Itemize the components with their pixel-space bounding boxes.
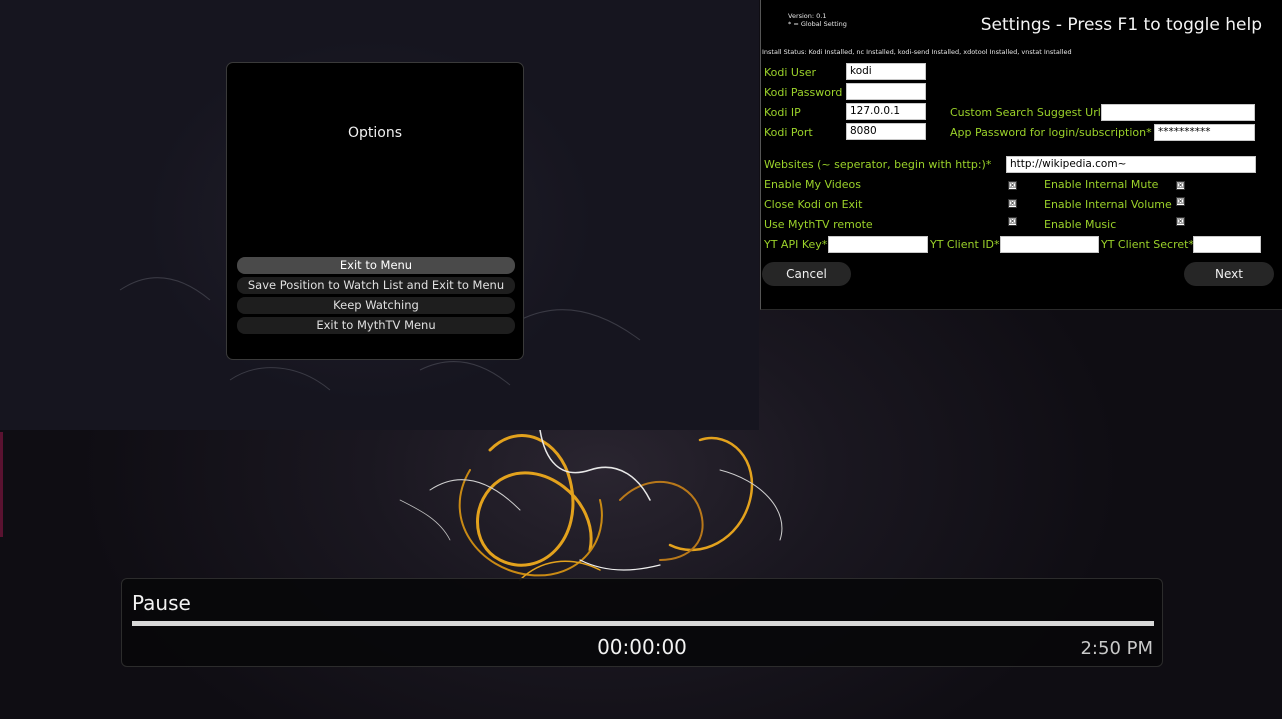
exit-to-mythtv-menu-button[interactable]: Exit to MythTV Menu <box>237 317 515 334</box>
use-mythtv-remote-checkbox[interactable]: ☒ <box>1008 217 1017 226</box>
kodi-port-input[interactable]: 8080 <box>846 123 926 140</box>
yt-client-secret-input[interactable] <box>1193 236 1261 253</box>
yt-client-id-label: YT Client ID* <box>930 238 1000 251</box>
custom-search-url-label: Custom Search Suggest Url* <box>950 106 1107 119</box>
enable-music-label: Enable Music <box>1044 218 1117 231</box>
install-status: Install Status: Kodi Installed, nc Insta… <box>762 48 1072 56</box>
playback-state: Pause <box>132 591 191 615</box>
yt-api-key-label: YT API Key* <box>764 238 828 251</box>
save-position-exit-button[interactable]: Save Position to Watch List and Exit to … <box>237 277 515 294</box>
playback-position: 00:00:00 <box>597 635 687 659</box>
clock: 2:50 PM <box>1080 638 1153 659</box>
options-window: Options Exit to Menu Save Position to Wa… <box>0 0 759 430</box>
custom-search-url-input[interactable] <box>1101 104 1255 121</box>
kodi-password-label: Kodi Password <box>764 86 843 99</box>
exit-to-menu-button[interactable]: Exit to Menu <box>237 257 515 274</box>
options-title: Options <box>347 125 403 141</box>
yt-api-key-input[interactable] <box>828 236 928 253</box>
enable-internal-mute-checkbox[interactable]: ☒ <box>1176 181 1185 190</box>
close-kodi-on-exit-label: Close Kodi on Exit <box>764 198 863 211</box>
yt-client-secret-label: YT Client Secret* <box>1101 238 1194 251</box>
settings-title: Settings - Press F1 to toggle help <box>980 15 1262 35</box>
kodi-user-input[interactable]: kodi <box>846 63 926 80</box>
global-setting-note: * = Global Setting <box>788 20 847 28</box>
cancel-button[interactable]: Cancel <box>762 262 851 286</box>
enable-my-videos-checkbox[interactable]: ☒ <box>1008 181 1017 190</box>
enable-internal-mute-label: Enable Internal Mute <box>1044 178 1159 191</box>
use-mythtv-remote-label: Use MythTV remote <box>764 218 873 231</box>
yt-client-id-input[interactable] <box>1000 236 1099 253</box>
app-password-input[interactable]: ********** <box>1154 124 1255 141</box>
kodi-port-label: Kodi Port <box>764 126 813 139</box>
version-info: Version: 0.1 * = Global Setting <box>788 12 847 28</box>
settings-window: Version: 0.1 * = Global Setting Settings… <box>760 0 1282 310</box>
progress-fill <box>133 622 1153 625</box>
edge-strip <box>0 432 3 537</box>
websites-label: Websites (~ seperator, begin with http:)… <box>764 158 992 171</box>
enable-internal-volume-label: Enable Internal Volume <box>1044 198 1172 211</box>
options-dialog: Options Exit to Menu Save Position to Wa… <box>226 62 524 360</box>
kodi-password-input[interactable] <box>846 83 926 100</box>
websites-input[interactable]: http://wikipedia.com~ <box>1006 156 1256 173</box>
playback-osd: Pause 00:00:00 2:50 PM <box>121 578 1163 667</box>
keep-watching-button[interactable]: Keep Watching <box>237 297 515 314</box>
kodi-user-label: Kodi User <box>764 66 817 79</box>
app-password-label: App Password for login/subscription* <box>950 126 1152 139</box>
progress-bar[interactable] <box>132 621 1154 626</box>
close-kodi-on-exit-checkbox[interactable]: ☒ <box>1008 199 1017 208</box>
kodi-ip-label: Kodi IP <box>764 106 801 119</box>
next-button[interactable]: Next <box>1184 262 1274 286</box>
version-label: Version: 0.1 <box>788 12 827 20</box>
enable-my-videos-label: Enable My Videos <box>764 178 862 191</box>
enable-internal-volume-checkbox[interactable]: ☒ <box>1176 197 1185 206</box>
enable-music-checkbox[interactable]: ☒ <box>1176 217 1185 226</box>
kodi-ip-input[interactable]: 127.0.0.1 <box>846 103 926 120</box>
